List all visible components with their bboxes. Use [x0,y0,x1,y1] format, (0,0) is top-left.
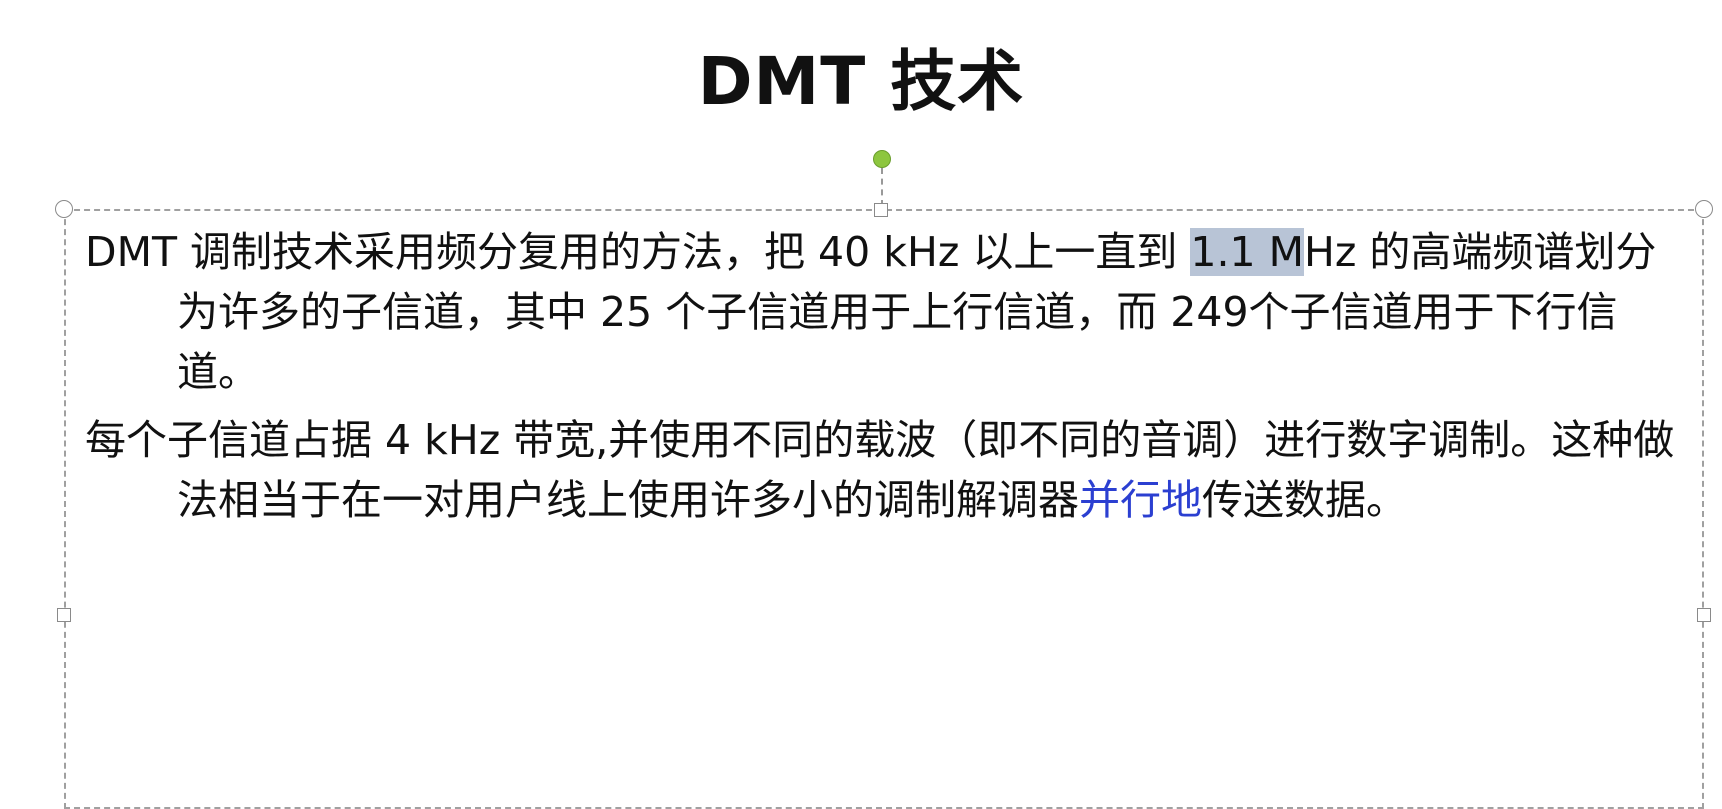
emphasized-text: 并行地 [1079,476,1202,524]
resize-handle-middle-right[interactable] [1697,608,1711,622]
rotate-handle[interactable] [873,150,891,168]
slide-title[interactable]: DMT 技术 [0,28,1722,124]
selected-text[interactable]: 1.1 M [1190,228,1305,276]
resize-handle-top-center[interactable] [874,203,888,217]
text-box-content[interactable]: DMT 调制技术采用频分复用的方法，把 40 kHz 以上一直到 1.1 MHz… [85,222,1685,538]
paragraph-text: DMT 调制技术采用频分复用的方法，把 40 kHz 以上一直到 [85,228,1191,276]
resize-handle-top-left[interactable] [55,200,73,218]
resize-handle-top-right[interactable] [1695,200,1713,218]
paragraph-text: 每个子信道占据 4 kHz 带宽,并使用不同的载波（即不同的音调）进行数字调制。… [85,416,1675,524]
paragraph-dmt-modulation[interactable]: DMT 调制技术采用频分复用的方法，把 40 kHz 以上一直到 1.1 MHz… [85,222,1685,402]
resize-handle-middle-left[interactable] [57,608,71,622]
rotate-handle-connector [881,168,883,206]
paragraph-text: 传送数据。 [1202,476,1407,524]
paragraph-subchannel[interactable]: 每个子信道占据 4 kHz 带宽,并使用不同的载波（即不同的音调）进行数字调制。… [85,410,1685,530]
